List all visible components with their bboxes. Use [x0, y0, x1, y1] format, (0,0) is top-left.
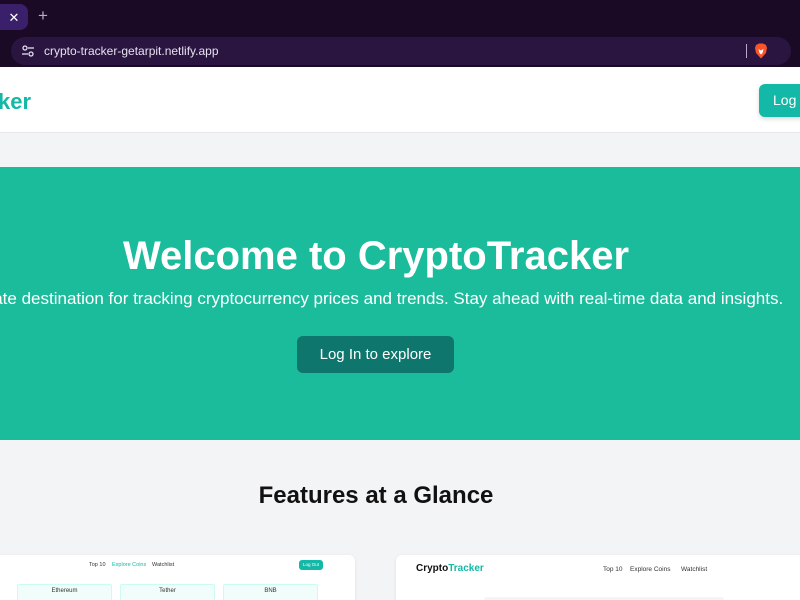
hero-title: Welcome to CryptoTracker	[122, 234, 630, 278]
active-tab[interactable]: ✕	[0, 4, 28, 30]
site-logo[interactable]: ker	[0, 89, 31, 115]
brave-lion-icon[interactable]	[754, 43, 768, 59]
mini-coin-card: Tether	[120, 584, 215, 600]
features-title: Features at a Glance	[258, 482, 494, 509]
site-header: ker Log In	[0, 67, 800, 133]
mini-nav-explore: Explore Coins	[112, 562, 147, 568]
mini-nav-top10: Top 10	[603, 566, 623, 573]
mini-logo-prefix: Crypto	[416, 563, 449, 574]
mini-nav-watchlist: Watchlist	[152, 562, 175, 568]
mini-nav-top10: Top 10	[89, 562, 106, 568]
mini-nav-watchlist: Watchlist	[681, 566, 708, 573]
mini-logout-button: Log Out	[299, 560, 323, 570]
login-to-explore-button[interactable]: Log In to explore	[297, 336, 454, 373]
hero-subtitle: ltimate destination for tracking cryptoc…	[0, 289, 784, 308]
tune-icon[interactable]	[21, 44, 35, 58]
new-tab-button[interactable]: +	[38, 6, 48, 26]
login-button[interactable]: Log In	[759, 84, 800, 117]
hero-section: Welcome to CryptoTracker ltimate destina…	[0, 167, 800, 440]
url-text[interactable]: crypto-tracker-getarpit.netlify.app	[44, 43, 219, 59]
feature-card-screenshot: CryptoTracker Top 10 Explore Coins Watch…	[396, 555, 800, 600]
address-bar[interactable]: crypto-tracker-getarpit.netlify.app	[11, 37, 791, 65]
close-tab-icon[interactable]: ✕	[9, 11, 20, 24]
browser-toolbar: crypto-tracker-getarpit.netlify.app	[0, 33, 800, 68]
mini-nav-explore: Explore Coins	[630, 566, 671, 573]
mini-logo-accent: Tracker	[448, 563, 484, 574]
browser-tab-bar: ✕ +	[0, 0, 800, 33]
address-separator	[746, 44, 747, 58]
feature-card-screenshot: Top 10 Explore Coins Watchlist Log Out E…	[0, 555, 355, 600]
mini-coin-card: BNB	[223, 584, 318, 600]
mini-logo: CryptoTracker	[416, 562, 484, 576]
mini-coin-card: Ethereum	[17, 584, 112, 600]
